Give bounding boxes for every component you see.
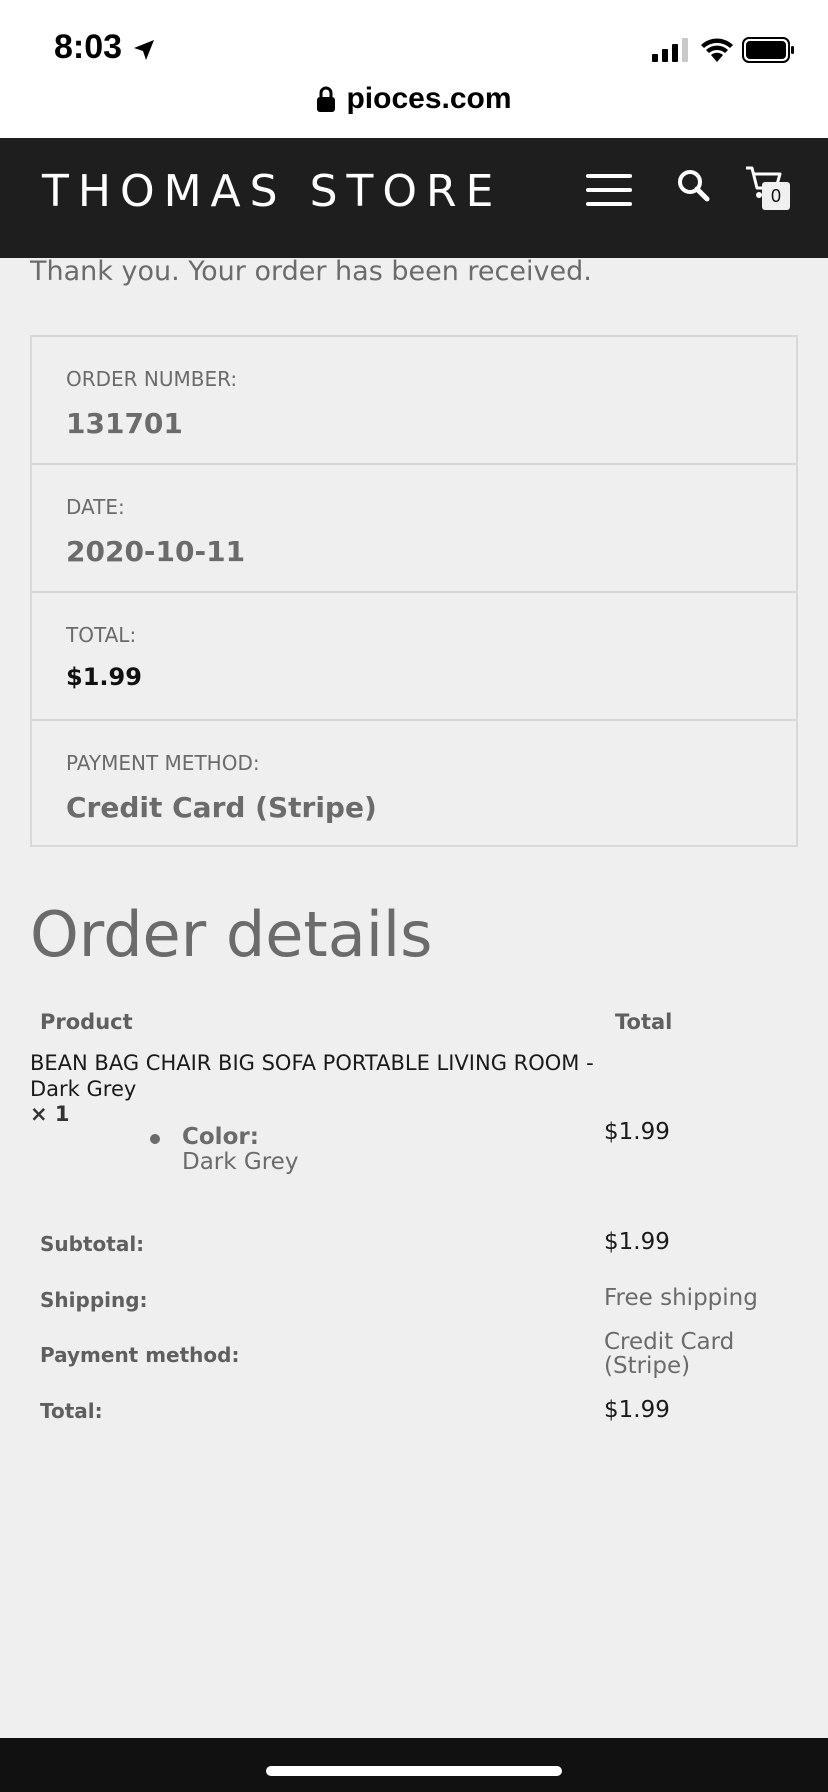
item-line-total: $1.99: [604, 1119, 670, 1145]
order-total-row: TOTAL: $1.99: [32, 593, 796, 721]
payment-method-total-label: Payment method:: [40, 1343, 240, 1367]
order-date-value: 2020-10-11: [66, 535, 246, 568]
order-overview: ORDER NUMBER: 131701 DATE: 2020-10-11 TO…: [30, 335, 798, 847]
order-details-title: Order details: [30, 898, 433, 971]
bottom-bar: [0, 1738, 828, 1792]
payment-method-value: Credit Card (Stripe): [66, 791, 377, 824]
order-received-message: Thank you. Your order has been received.: [30, 256, 592, 287]
bullet-icon: [150, 1134, 160, 1144]
order-total-value: $1.99: [66, 663, 142, 691]
payment-method-row: PAYMENT METHOD: Credit Card (Stripe): [32, 721, 796, 845]
order-number-value: 131701: [66, 407, 183, 440]
grand-total-label: Total:: [40, 1399, 103, 1423]
item-meta-value: Dark Grey: [182, 1149, 299, 1175]
subtotal-label: Subtotal:: [40, 1232, 145, 1256]
product-column-header: Product: [40, 1010, 133, 1034]
payment-method-line-2: (Stripe): [604, 1353, 691, 1379]
payment-method-label: PAYMENT METHOD:: [66, 751, 260, 775]
wifi-icon: [701, 38, 733, 62]
order-date-label: DATE:: [66, 495, 125, 519]
cart-button[interactable]: 0: [744, 164, 796, 212]
url-text: pioces.com: [346, 82, 512, 115]
address-bar[interactable]: pioces.com: [0, 76, 828, 122]
status-time: 8:03: [54, 28, 123, 66]
cart-count-badge: 0: [762, 182, 790, 210]
product-quantity: × 1: [30, 1102, 70, 1126]
site-header: THOMAS STORE 0: [0, 138, 828, 258]
payment-method-total-value: Credit Card (Stripe): [604, 1330, 734, 1378]
subtotal-value: $1.99: [604, 1229, 670, 1255]
battery-icon: [742, 37, 794, 63]
item-meta-key: Color:: [182, 1124, 259, 1150]
order-date-row: DATE: 2020-10-11: [32, 465, 796, 593]
location-arrow-icon: [134, 40, 154, 60]
order-number-label: ORDER NUMBER:: [66, 367, 238, 391]
home-indicator[interactable]: [266, 1766, 562, 1776]
lock-icon: [317, 86, 336, 112]
order-total-label: TOTAL:: [66, 623, 137, 647]
hamburger-menu-icon[interactable]: [586, 172, 634, 208]
signal-icon: [652, 38, 688, 62]
product-name-link[interactable]: BEAN BAG CHAIR BIG SOFA PORTABLE LIVING …: [30, 1050, 600, 1102]
order-number-row: ORDER NUMBER: 131701: [32, 337, 796, 465]
shipping-value: Free shipping: [604, 1285, 758, 1311]
total-column-header: Total: [615, 1010, 673, 1034]
grand-total-value: $1.99: [604, 1397, 670, 1423]
payment-method-line-1: Credit Card: [604, 1329, 735, 1355]
site-logo[interactable]: THOMAS STORE: [42, 166, 502, 217]
status-bar: 8:03 pioces.com: [0, 0, 828, 138]
search-icon[interactable]: [676, 168, 710, 202]
shipping-label: Shipping:: [40, 1288, 148, 1312]
